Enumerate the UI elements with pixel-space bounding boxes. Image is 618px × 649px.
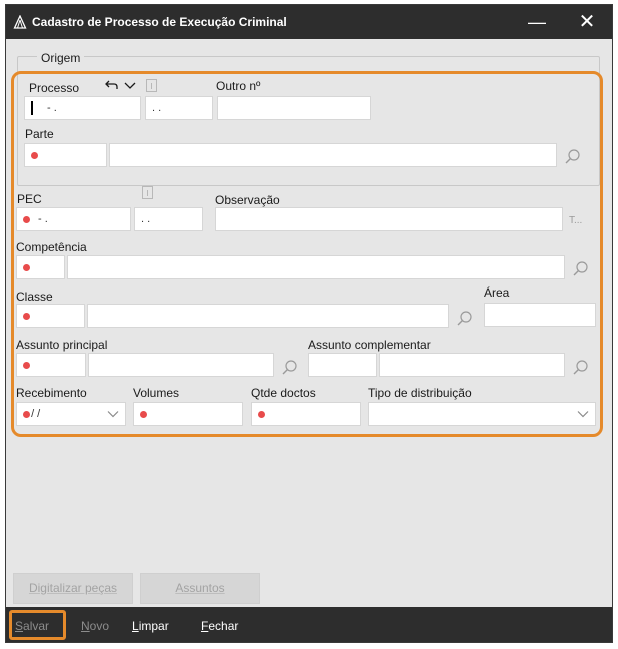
assunto-principal-label: Assunto principal [16, 338, 108, 352]
qtde-doctos-input[interactable] [251, 402, 361, 426]
novo-mnemonic: N [81, 619, 90, 633]
origem-legend: Origem [37, 51, 85, 65]
tipo-distribuicao-select[interactable] [368, 402, 596, 426]
window-title: Cadastro de Processo de Execução Crimina… [32, 15, 287, 29]
classe-descricao-input[interactable] [87, 304, 449, 328]
observacao-input[interactable] [215, 207, 563, 231]
competencia-descricao-input[interactable] [67, 255, 565, 279]
area-input[interactable] [484, 303, 596, 327]
digitalizar-pecas-button[interactable]: Digitalizar peças [13, 573, 133, 604]
undo-icon[interactable] [105, 79, 119, 91]
chevron-down-icon [577, 411, 589, 418]
search-icon[interactable] [564, 148, 582, 166]
parte-nome-input[interactable] [109, 143, 557, 167]
limpar-label: impar [138, 619, 169, 633]
area-label: Área [484, 286, 510, 300]
classe-codigo-input[interactable] [16, 304, 85, 328]
outro-numero-input[interactable] [217, 96, 371, 120]
volumes-input[interactable] [133, 402, 243, 426]
minimize-icon[interactable]: — [514, 5, 560, 39]
pec-ano-value: . . [141, 213, 151, 225]
processo-label: Processo [29, 81, 80, 95]
dialog-window: Cadastro de Processo de Execução Crimina… [5, 4, 613, 643]
app-icon [13, 15, 27, 29]
title-bar[interactable]: Cadastro de Processo de Execução Crimina… [6, 5, 612, 39]
recebimento-value: / / [31, 408, 41, 420]
pec-numero-value: - . [38, 213, 48, 225]
qtde-doctos-label: Qtde doctos [251, 386, 316, 400]
search-icon[interactable] [572, 260, 590, 278]
tipo-distribuicao-label: Tipo de distribuição [368, 386, 472, 400]
salvar-label: alvar [23, 619, 50, 633]
observacao-label: Observação [215, 193, 280, 207]
salvar-button[interactable]: Salvar [15, 619, 49, 633]
pec-numero-input[interactable]: - . [16, 207, 131, 231]
chevron-down-icon [107, 411, 119, 418]
processo-numero-input[interactable]: - . [24, 96, 141, 120]
close-icon[interactable]: ✕ [564, 5, 610, 39]
processo-ano-input[interactable]: . . [145, 96, 213, 120]
pec-label: PEC [17, 192, 42, 206]
volumes-label: Volumes [133, 386, 180, 400]
observacao-expand-button[interactable]: T... [569, 215, 582, 226]
info-icon [142, 186, 153, 199]
competencia-label: Competência [16, 240, 87, 254]
limpar-mnemonic: L [132, 619, 139, 633]
search-icon[interactable] [456, 310, 474, 328]
search-icon[interactable] [572, 359, 590, 377]
novo-label: ovo [89, 619, 110, 633]
novo-button[interactable]: Novo [81, 619, 109, 633]
salvar-mnemonic: S [15, 619, 24, 633]
limpar-button[interactable]: Limpar [132, 619, 169, 633]
processo-numero-value: - . [47, 102, 57, 114]
assunto-complementar-codigo-input[interactable] [308, 353, 377, 377]
competencia-codigo-input[interactable] [16, 255, 65, 279]
action-bar: Salvar Novo Limpar Fechar [6, 607, 612, 642]
info-icon [146, 79, 157, 92]
recebimento-label: Recebimento [16, 386, 87, 400]
chevron-down-icon[interactable] [124, 81, 136, 90]
search-icon[interactable] [281, 359, 299, 377]
text-cursor [31, 101, 33, 116]
pec-ano-input[interactable]: . . [134, 207, 203, 231]
outro-numero-label: Outro nº [216, 79, 261, 93]
recebimento-date-picker[interactable]: / / [16, 402, 126, 426]
assunto-complementar-label: Assunto complementar [308, 338, 431, 352]
classe-label: Classe [16, 290, 53, 304]
assuntos-button[interactable]: Assuntos [140, 573, 260, 604]
parte-codigo-input[interactable] [24, 143, 107, 167]
fechar-button[interactable]: Fechar [201, 619, 238, 633]
assunto-complementar-descricao-input[interactable] [379, 353, 565, 377]
assunto-principal-descricao-input[interactable] [88, 353, 274, 377]
processo-ano-value: . . [152, 102, 162, 114]
fechar-label: echar [208, 619, 239, 633]
parte-label: Parte [25, 127, 54, 141]
assunto-principal-codigo-input[interactable] [16, 353, 86, 377]
